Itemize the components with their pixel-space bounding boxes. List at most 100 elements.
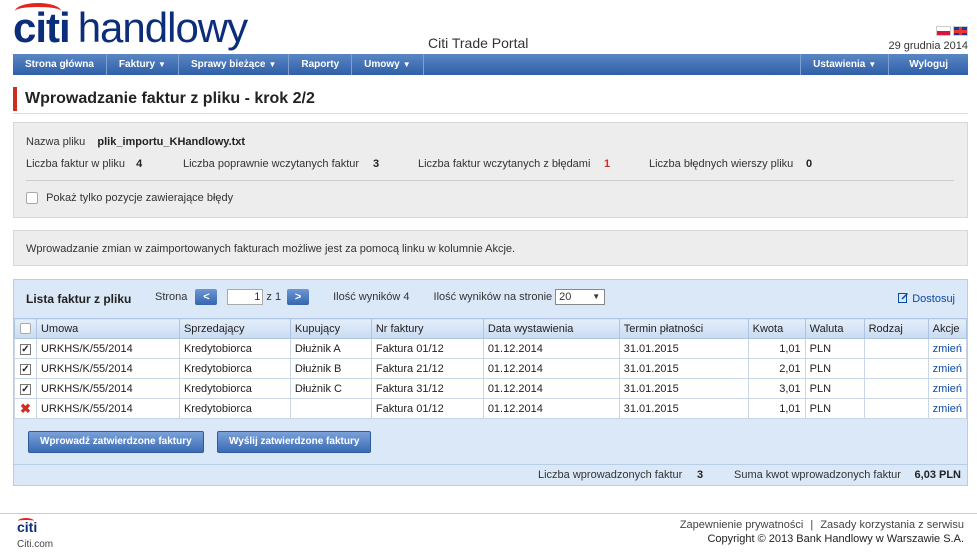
cell-issue-date: 01.12.2014 [482,378,620,399]
pl-flag-icon[interactable] [936,26,951,36]
footer-divider-char: | [810,519,814,531]
cell-seller: Kredytobiorca [178,358,291,379]
current-date: 29 grudnia 2014 [888,40,968,52]
entered-count-value: 3 [697,469,704,481]
nav-item-home[interactable]: Strona główna [13,54,107,75]
table-row: ✓ URKHS/K/55/2014 Kredytobiorca Dłużnik … [14,378,968,399]
citi-com-link[interactable]: Citi.com [17,539,53,550]
cell-actions: zmień [927,338,968,359]
nav-item-reports[interactable]: Raporty [289,54,353,75]
edit-link[interactable]: zmień [933,403,962,415]
error-count-value: 1 [604,158,611,170]
uk-flag-icon[interactable] [953,26,968,36]
cell-currency: PLN [804,338,865,359]
per-page-value: 20 [559,291,572,303]
prev-page-button[interactable]: < [195,289,218,305]
select-all-header [14,318,37,339]
cell-due-date: 31.01.2015 [618,378,749,399]
list-title: Lista faktur z pliku [26,292,132,306]
cell-type [863,358,929,379]
nav-item-invoices[interactable]: Faktury ▼ [107,54,179,75]
select-all-checkbox[interactable] [19,323,31,335]
results-count: Ilość wyników 4 [333,291,410,303]
table-header-row: Umowa Sprzedający Kupujący Nr faktury Da… [14,318,968,339]
entered-count-label: Liczba wprowadzonych faktur [538,469,683,481]
cell-actions: zmień [927,398,968,419]
portal-title: Citi Trade Portal [428,35,529,51]
row-checkbox-checked[interactable]: ✓ [19,383,31,395]
column-header[interactable]: Nr faktury [370,318,484,339]
only-errors-checkbox[interactable] [26,192,38,205]
title-divider [13,113,968,114]
nav-item-logout[interactable]: Wyloguj [889,54,968,75]
logo-handlowy-text: handlowy [77,4,248,51]
edit-link[interactable]: zmień [933,343,962,355]
main-nav: Strona główna Faktury ▼ Sprawy bieżące ▼ R… [13,54,968,75]
column-header[interactable]: Waluta [804,318,865,339]
cell-type [863,398,929,419]
cell-buyer: Dłużnik B [289,358,372,379]
cell-type [863,378,929,399]
cell-seller: Kredytobiorca [178,338,291,359]
sum-value: 6,03 PLN [914,469,961,481]
row-select-cell: ✓ [14,378,37,399]
column-header[interactable]: Rodzaj [863,318,929,339]
chevron-down-icon: ▼ [868,60,877,69]
terms-link[interactable]: Zasady korzystania z serwisu [820,519,964,531]
nav-item-current-matters[interactable]: Sprawy bieżące ▼ [179,54,290,75]
column-header[interactable]: Termin płatności [618,318,749,339]
chevron-down-icon: ▼ [268,60,277,69]
nav-label: Sprawy bieżące [190,59,266,70]
nav-item-settings[interactable]: Ustawienia ▼ [801,54,890,75]
cell-amount: 3,01 [747,378,806,399]
submit-approved-invoices-button[interactable]: Wprowadź zatwierdzone faktury [28,431,204,453]
per-page-label: Ilość wyników na stronie [433,291,553,303]
error-x-icon: ✖ [20,400,31,416]
table-row: ✖ URKHS/K/55/2014 Kredytobiorca Faktura … [14,398,968,419]
citi-arc-icon [18,518,34,524]
cell-invoice-number: Faktura 21/12 [370,358,484,379]
ok-count-label: Liczba poprawnie wczytanych faktur [183,158,360,170]
cell-buyer: Dłużnik C [289,378,372,399]
cell-issue-date: 01.12.2014 [482,398,620,419]
column-header[interactable]: Kupujący [289,318,372,339]
nav-item-contracts[interactable]: Umowy ▼ [352,54,424,75]
column-header[interactable]: Umowa [35,318,180,339]
error-count-label: Liczba faktur wczytanych z błędami [418,158,591,170]
edit-link[interactable]: zmień [933,383,962,395]
page-input[interactable]: 1 [227,289,264,305]
per-page-select[interactable]: 20 ▼ [555,289,606,305]
chevron-down-icon: ▼ [402,60,411,69]
nav-label: Umowy [364,59,400,70]
send-approved-invoices-button[interactable]: Wyślij zatwierdzone faktury [217,431,372,453]
cell-issue-date: 01.12.2014 [482,358,620,379]
column-header[interactable]: Kwota [747,318,806,339]
table-row: ✓ URKHS/K/55/2014 Kredytobiorca Dłużnik … [14,358,968,379]
only-errors-row: Pokaż tylko pozycje zawierające błędy [26,192,233,205]
cell-umowa: URKHS/K/55/2014 [35,338,180,359]
row-checkbox-checked[interactable]: ✓ [19,363,31,375]
cell-seller: Kredytobiorca [178,378,291,399]
footer-divider [0,513,977,514]
customize-link[interactable]: Dostosuj [898,292,955,305]
next-page-button[interactable]: > [287,289,310,305]
column-header[interactable]: Sprzedający [178,318,291,339]
nav-label: Wyloguj [909,59,948,70]
nav-label: Faktury [118,59,156,70]
citi-handlowy-logo[interactable]: citi handlowy [13,3,248,53]
nav-label: Strona główna [25,59,94,70]
invoice-count-label: Liczba faktur w pliku [26,158,126,170]
cell-amount: 1,01 [747,338,806,359]
cell-amount: 1,01 [747,398,806,419]
footer-citi-logo[interactable]: citi [17,518,37,535]
invoice-list-panel: Lista faktur z pliku Strona < 1 z 1 > Il… [13,279,968,486]
column-header[interactable]: Data wystawienia [482,318,620,339]
edit-link[interactable]: zmień [933,363,962,375]
cell-actions: zmień [927,378,968,399]
cell-seller: Kredytobiorca [178,398,291,419]
row-select-cell: ✓ [14,338,37,359]
privacy-link[interactable]: Zapewnienie prywatności [680,519,804,531]
cell-invoice-number: Faktura 31/12 [370,378,484,399]
row-checkbox-checked[interactable]: ✓ [19,343,31,355]
pagination: Strona < 1 z 1 > Ilość wyników 4 Ilość w… [155,289,606,305]
